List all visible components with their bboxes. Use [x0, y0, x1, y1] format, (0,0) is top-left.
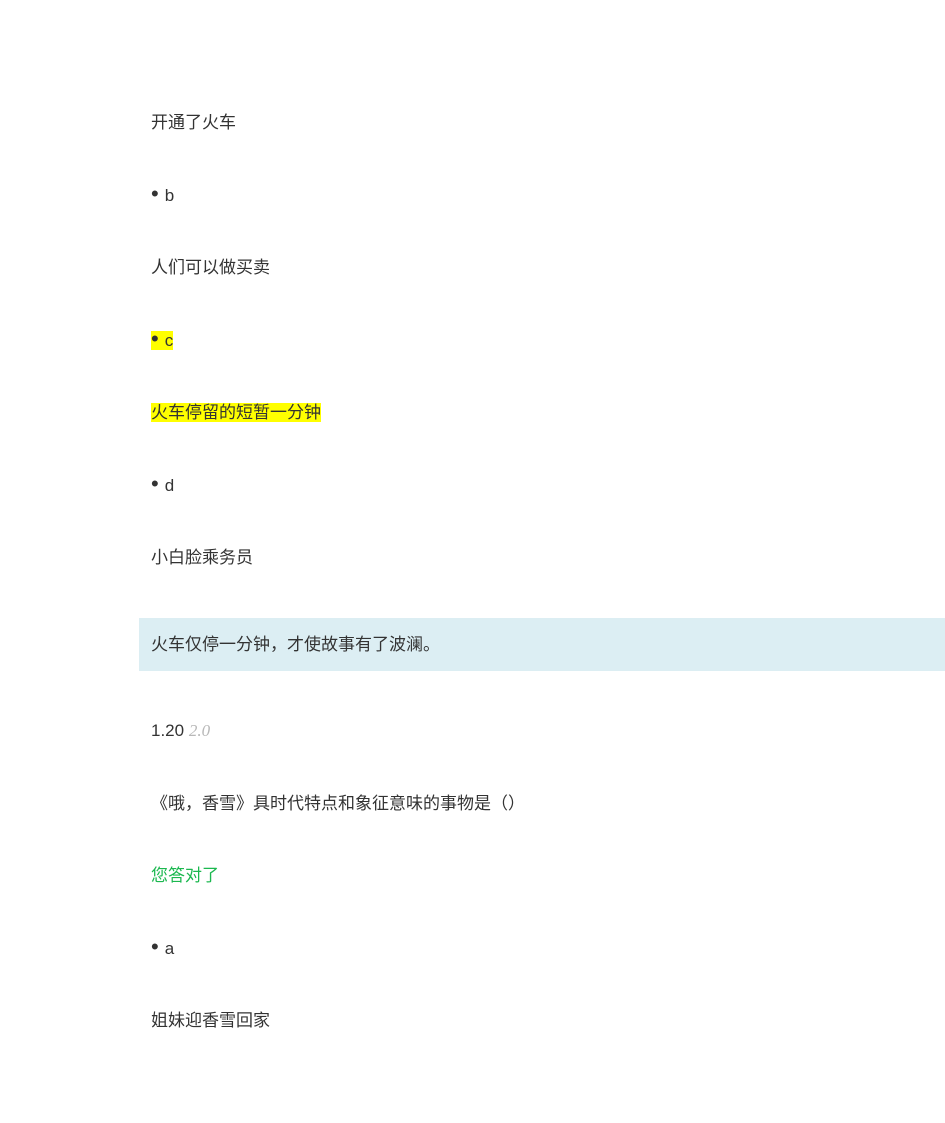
option-a-label: a [165, 939, 174, 958]
option-b-label: b [165, 186, 174, 205]
option-b-label-line: •b [151, 183, 855, 209]
option-c-label: c [165, 331, 174, 350]
option-c-text-line: 火车停留的短暂一分钟 [151, 400, 855, 426]
score-value: 1.20 [151, 721, 184, 740]
question-text: 《哦，香雪》具时代特点和象征意味的事物是（） [151, 791, 855, 817]
bullet-icon: • [151, 183, 159, 205]
option-a-label-line: •a [151, 936, 855, 962]
explanation-text: 火车仅停一分钟，才使故事有了波澜。 [151, 635, 440, 654]
explanation-box: 火车仅停一分钟，才使故事有了波澜。 [139, 618, 945, 672]
option-d-label: d [165, 476, 174, 495]
option-c-text: 火车停留的短暂一分钟 [151, 403, 321, 422]
option-a-text-q2: 姐妹迎香雪回家 [151, 1008, 855, 1034]
bullet-icon: • [151, 328, 159, 350]
bullet-icon: • [151, 936, 159, 958]
option-d-label-line: •d [151, 473, 855, 499]
result-text: 您答对了 [151, 863, 855, 889]
score-max: 2.0 [189, 721, 210, 740]
bullet-icon: • [151, 473, 159, 495]
option-a-text: 开通了火车 [151, 110, 855, 136]
option-c-label-line: •c [151, 328, 855, 354]
document-content: 开通了火车 •b 人们可以做买卖 •c 火车停留的短暂一分钟 •d 小白脸乘务员… [0, 0, 945, 1034]
option-b-text: 人们可以做买卖 [151, 255, 855, 281]
option-d-text: 小白脸乘务员 [151, 545, 855, 571]
score-line: 1.20 2.0 [151, 718, 855, 744]
